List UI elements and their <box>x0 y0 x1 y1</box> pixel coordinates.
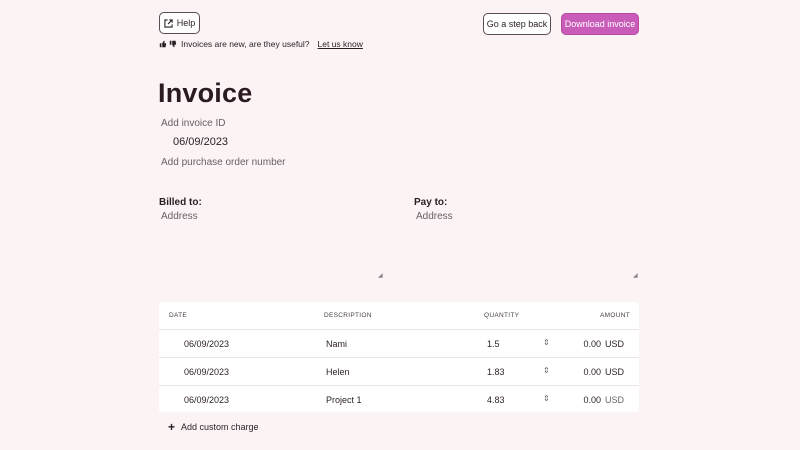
feedback-banner: Invoices are new, are they useful? Let u… <box>159 39 363 49</box>
table-row: 06/09/2023 Helen 1.83 ⇕ 0.00 USD <box>159 358 639 386</box>
thumbs-down-icon[interactable] <box>169 40 177 48</box>
row-date-field[interactable]: 06/09/2023 <box>184 339 229 349</box>
billed-to-address-field[interactable]: Address <box>161 211 198 222</box>
go-back-label: Go a step back <box>486 19 548 29</box>
invoice-date-field[interactable]: 06/09/2023 <box>173 136 228 148</box>
row-quantity-field[interactable]: 1.5 <box>487 339 500 349</box>
download-invoice-label: Download invoice <box>564 19 636 29</box>
column-header-quantity: QUANTITY <box>484 312 520 319</box>
row-amount-field[interactable]: 0.00 <box>583 367 601 377</box>
let-us-know-link[interactable]: Let us know <box>318 39 363 49</box>
row-currency: USD <box>605 395 625 405</box>
table-row: 06/09/2023 Nami 1.5 ⇕ 0.00 USD <box>159 330 639 358</box>
charges-table: DATE DESCRIPTION QUANTITY AMOUNT 06/09/2… <box>159 302 639 412</box>
row-currency: USD <box>605 339 625 349</box>
table-row: 06/09/2023 Project 1 4.83 ⇕ 0.00 USD <box>159 386 639 412</box>
row-date-field[interactable]: 06/09/2023 <box>184 395 229 405</box>
row-amount-field[interactable]: 0.00 <box>583 339 601 349</box>
quantity-stepper-icon[interactable]: ⇕ <box>543 366 550 375</box>
purchase-order-field[interactable]: Add purchase order number <box>161 157 286 168</box>
plus-icon: + <box>168 419 176 434</box>
feedback-text: Invoices are new, are they useful? <box>181 39 310 49</box>
help-label: Help <box>176 18 196 28</box>
page-title: Invoice <box>158 78 253 108</box>
row-description-field[interactable]: Project 1 <box>326 395 362 405</box>
row-quantity-field[interactable]: 1.83 <box>487 367 505 377</box>
pay-to-address-field[interactable]: Address <box>416 211 453 222</box>
row-amount-field[interactable]: 0.00 <box>583 395 601 405</box>
row-date-field[interactable]: 06/09/2023 <box>184 367 229 377</box>
quantity-stepper-icon[interactable]: ⇕ <box>543 338 550 347</box>
column-header-amount: AMOUNT <box>600 312 630 319</box>
add-custom-charge-button[interactable]: + Add custom charge <box>168 419 259 434</box>
billed-to-label: Billed to: <box>159 197 202 208</box>
thumbs-up-icon[interactable] <box>159 40 167 48</box>
column-header-date: DATE <box>169 312 188 319</box>
resize-handle-icon[interactable]: ◢ <box>633 272 638 279</box>
row-description-field[interactable]: Helen <box>326 367 350 377</box>
row-currency: USD <box>605 367 625 377</box>
row-quantity-field[interactable]: 4.83 <box>487 395 505 405</box>
resize-handle-icon[interactable]: ◢ <box>378 272 383 279</box>
download-invoice-button[interactable]: Download invoice <box>561 13 639 35</box>
quantity-stepper-icon[interactable]: ⇕ <box>543 394 550 403</box>
external-link-icon <box>164 18 173 28</box>
help-button[interactable]: Help <box>159 12 200 34</box>
go-back-button[interactable]: Go a step back <box>483 13 551 35</box>
invoice-id-field[interactable]: Add invoice ID <box>161 118 225 129</box>
add-custom-charge-label: Add custom charge <box>181 422 259 432</box>
pay-to-label: Pay to: <box>414 197 448 208</box>
table-header: DATE DESCRIPTION QUANTITY AMOUNT <box>159 302 639 330</box>
row-description-field[interactable]: Nami <box>326 339 347 349</box>
column-header-description: DESCRIPTION <box>324 312 372 319</box>
